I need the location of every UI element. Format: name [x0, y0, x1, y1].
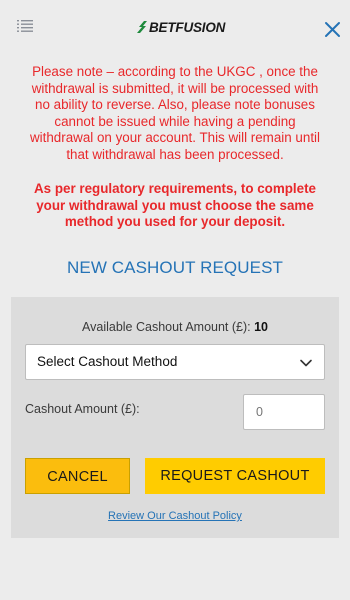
logo-text: BETFUSION [149, 19, 226, 35]
notice-line: no ability to reverse. Also, please note… [35, 97, 315, 113]
cashout-method-value: Select Cashout Method [37, 354, 178, 369]
brand-logo: BETFUSION [136, 18, 225, 36]
available-amount-value: 10 [254, 320, 268, 334]
page-title: NEW CASHOUT REQUEST [67, 258, 283, 277]
list-icon[interactable] [17, 19, 33, 33]
header: BETFUSION [0, 0, 350, 56]
cashout-method-select[interactable]: Select Cashout Method [25, 344, 325, 380]
notice-line: method you used for your deposit. [64, 214, 286, 230]
cancel-button[interactable]: CANCEL [25, 458, 130, 494]
request-cashout-button[interactable]: REQUEST CASHOUT [145, 458, 325, 494]
cashout-amount-input[interactable] [243, 394, 325, 430]
cashout-form-panel: Available Cashout Amount (£): 10 Select … [11, 297, 339, 538]
available-amount-label: Available Cashout Amount (£): [82, 320, 255, 334]
notice-line: Please note – according to the UKGC , on… [32, 64, 318, 79]
cashout-policy-link[interactable]: Review Our Cashout Policy [11, 510, 339, 522]
notice-line: withdrawal on your account. This will re… [29, 130, 320, 146]
notice-line: cannot be issued while having a pending [54, 113, 296, 129]
chevron-down-icon [300, 359, 312, 367]
notice-line: withdrawal is submitted, it will be proc… [31, 80, 319, 96]
notice-line: As per regulatory requirements, to compl… [33, 181, 317, 196]
close-icon[interactable] [324, 21, 341, 38]
ukgc-notice: Please note – according to the UKGC , on… [14, 64, 336, 164]
logo-mark-icon [137, 21, 147, 33]
cashout-amount-label: Cashout Amount (£): [25, 402, 140, 416]
available-amount: Available Cashout Amount (£): 10 [11, 320, 339, 334]
notice-line: your withdrawal you must choose the same [36, 197, 314, 213]
regulatory-notice: As per regulatory requirements, to compl… [14, 181, 336, 231]
notice-line: that withdrawal has been processed. [66, 146, 284, 162]
